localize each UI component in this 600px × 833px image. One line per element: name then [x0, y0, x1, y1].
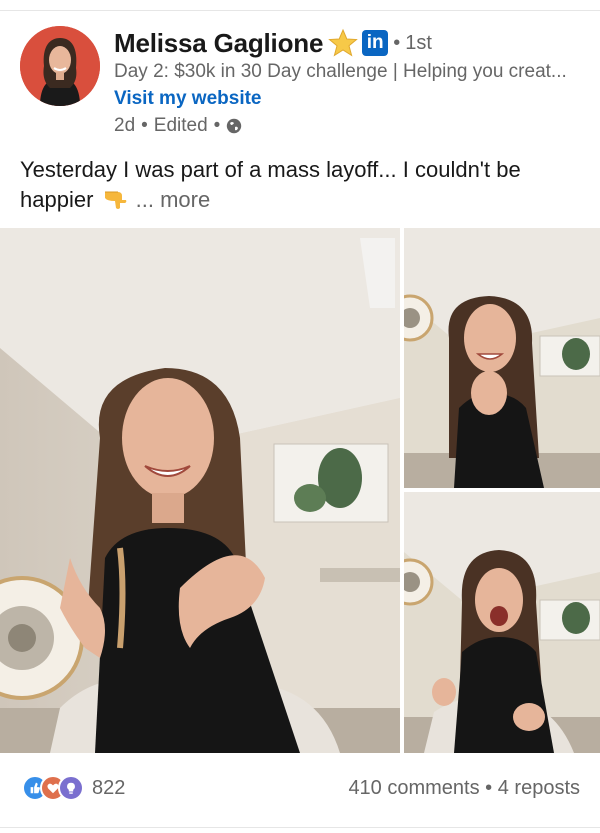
post-media: [0, 228, 600, 753]
post-text-line2: happier: [20, 187, 94, 212]
post-meta: 2d • Edited •: [114, 115, 242, 137]
reposts-count[interactable]: 4 reposts: [498, 777, 580, 799]
bottom-divider: [0, 827, 600, 828]
reactions-count: 822: [92, 776, 126, 799]
separator-dot: •: [485, 777, 498, 799]
post-time: 2d: [114, 115, 136, 136]
connection-degree: 1st: [405, 31, 432, 54]
pointing-down-hand-icon: [102, 188, 128, 210]
author-name[interactable]: Melissa Gaglione: [114, 28, 323, 59]
author-headline: Day 2: $30k in 30 Day challenge | Helpin…: [114, 61, 567, 82]
see-more-link[interactable]: ... more: [136, 187, 211, 212]
separator-dot: •: [213, 115, 221, 136]
photo-bottom-right[interactable]: [404, 492, 600, 753]
linkedin-icon: in: [362, 30, 389, 56]
star-icon: [328, 28, 359, 58]
globe-icon: [226, 118, 242, 134]
separator-dot: •: [393, 31, 401, 54]
comments-count[interactable]: 410 comments: [348, 777, 479, 799]
post-text: Yesterday I was part of a mass layoff...…: [20, 155, 580, 215]
top-divider: [0, 10, 600, 11]
author-line: Melissa Gaglione in • 1st: [114, 26, 432, 60]
separator-dot: •: [141, 115, 148, 136]
engagement-stats: 410 comments • 4 reposts: [348, 777, 580, 800]
photo-top-right[interactable]: [404, 228, 600, 488]
edited-label: Edited: [153, 115, 208, 136]
reactions-summary[interactable]: 822: [22, 775, 125, 801]
insightful-icon: [58, 775, 84, 801]
author-avatar[interactable]: [20, 26, 100, 106]
photo-main[interactable]: [0, 228, 400, 753]
visit-website-link[interactable]: Visit my website: [114, 88, 262, 110]
post-text-line1: Yesterday I was part of a mass layoff...…: [20, 157, 521, 182]
